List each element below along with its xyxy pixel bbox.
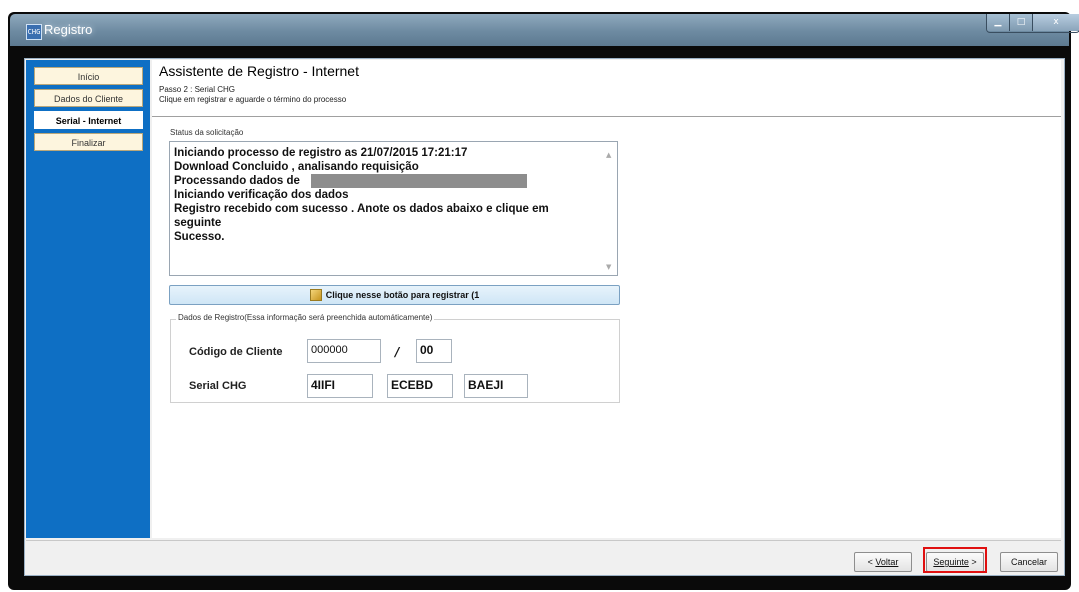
log-line: Processando dados de [174,175,300,187]
minimize-icon[interactable]: ▁ [987,14,1010,31]
register-button-label: Clique nesse botão para registrar (1 [325,290,480,300]
register-button[interactable]: Clique nesse botão para registrar (1 [169,285,620,305]
log-line: Sucesso. [174,231,225,243]
header-divider [152,116,1061,117]
client-code-separator: / [395,345,400,359]
serial-part-2-field[interactable]: ECEBD [387,374,453,398]
status-label: Status da solicitação [170,128,244,137]
close-icon[interactable]: x [1033,14,1079,31]
log-line: Iniciando processo de registro as 21/07/… [174,147,468,159]
title-bar[interactable] [10,14,1069,46]
redacted-text [311,174,527,188]
sidebar-item-finalizar[interactable]: Finalizar [34,133,143,151]
instruction-text: Clique em registrar e aguarde o término … [159,95,347,104]
client-code-field[interactable]: 000000 [307,339,381,363]
serial-part-3-field[interactable]: BAEJI [464,374,528,398]
serial-label: Serial CHG [189,380,247,392]
back-button[interactable]: < Voltar [854,552,912,572]
cancel-button[interactable]: Cancelar [1000,552,1058,572]
serial-part-1-field[interactable]: 4IIFI [307,374,373,398]
step-label: Passo 2 : Serial CHG [159,85,236,94]
scroll-down-icon[interactable]: ▼ [606,263,611,271]
log-line: seguinte [174,217,222,229]
client-code-suffix-field[interactable]: 00 [416,339,452,363]
log-line: Download Concluido , analisando requisiç… [174,161,419,173]
log-line: Registro recebido com sucesso . Anote os… [174,203,549,215]
client-code-label: Código de Cliente [189,346,283,358]
pencil-icon [309,289,322,301]
app-icon: CHG [26,24,42,40]
sidebar-item-dados-cliente[interactable]: Dados do Cliente [34,89,143,107]
next-button-label: Seguinte [933,557,969,567]
wizard-sidebar [26,60,150,538]
back-button-label: Voltar [875,557,899,567]
sidebar-item-inicio[interactable]: Início [34,67,143,85]
log-line: Iniciando verificação dos dados [174,189,349,201]
window-title: Registro [44,22,93,37]
window-controls: ▁ □ x [986,14,1079,33]
next-button-suffix: > [968,557,977,567]
sidebar-item-serial-internet[interactable]: Serial - Internet [34,111,143,129]
maximize-icon[interactable]: □ [1010,14,1033,31]
scroll-up-icon[interactable]: ▲ [606,151,611,159]
footer-divider [26,540,1061,541]
registration-data-legend: Dados de Registro(Essa informação será p… [176,313,435,322]
next-button[interactable]: Seguinte > [926,552,984,572]
page-title: Assistente de Registro - Internet [159,63,359,79]
